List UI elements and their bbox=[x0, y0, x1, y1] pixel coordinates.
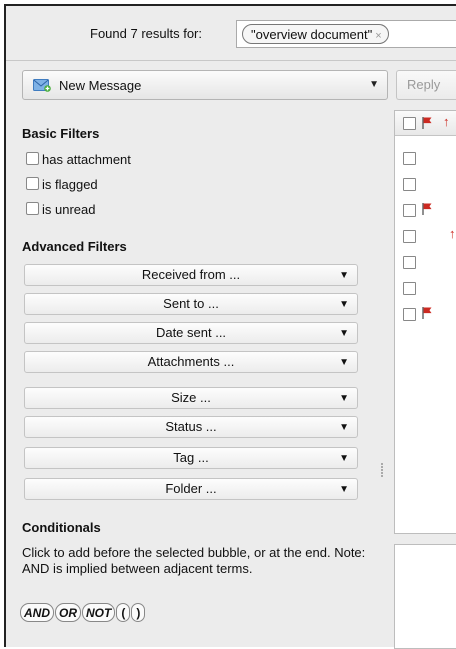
chevron-down-icon: ▼ bbox=[339, 299, 349, 310]
chevron-down-icon: ▼ bbox=[339, 422, 349, 433]
splitter-handle[interactable] bbox=[380, 462, 384, 482]
chevron-down-icon: ▼ bbox=[339, 328, 349, 339]
select-all-checkbox[interactable] bbox=[403, 117, 416, 130]
chevron-down-icon: ▼ bbox=[339, 357, 349, 368]
filter-folder[interactable]: Folder ... ▼ bbox=[24, 478, 358, 500]
filter-label: Date sent ... bbox=[155, 325, 227, 340]
chevron-down-icon: ▼ bbox=[339, 270, 349, 281]
flag-icon[interactable] bbox=[421, 202, 433, 216]
results-count-label: Found 7 results for: bbox=[90, 26, 202, 41]
filter-status[interactable]: Status ... ▼ bbox=[24, 416, 358, 438]
filter-is-flagged[interactable]: is flagged bbox=[26, 176, 98, 194]
list-header: ↑ bbox=[395, 111, 456, 136]
search-window: Found 7 results for: "overview document"… bbox=[4, 4, 456, 649]
table-row[interactable] bbox=[395, 301, 456, 327]
filter-label: Received from ... bbox=[141, 267, 241, 282]
message-preview-pane bbox=[394, 544, 456, 649]
filter-sent-to[interactable]: Sent to ... ▼ bbox=[24, 293, 358, 315]
table-row[interactable] bbox=[395, 249, 456, 275]
table-row[interactable] bbox=[395, 171, 456, 197]
checkbox-label: has attachment bbox=[42, 152, 131, 167]
search-bar: Found 7 results for: "overview document"… bbox=[6, 6, 456, 60]
checkbox[interactable] bbox=[26, 177, 39, 190]
chevron-down-icon: ▼ bbox=[339, 393, 349, 404]
filter-attachments[interactable]: Attachments ... ▼ bbox=[24, 351, 358, 373]
operator-open-paren-button[interactable]: ( bbox=[116, 603, 131, 622]
table-row[interactable]: ↑ bbox=[395, 223, 456, 249]
envelope-plus-icon bbox=[33, 79, 51, 92]
row-checkbox[interactable] bbox=[403, 204, 416, 217]
priority-icon: ↑ bbox=[449, 226, 456, 241]
row-checkbox[interactable] bbox=[403, 256, 416, 269]
filter-has-attachment[interactable]: has attachment bbox=[26, 151, 131, 169]
operator-buttons: AND OR NOT() bbox=[20, 603, 146, 622]
search-input[interactable]: "overview document" × bbox=[236, 20, 456, 48]
flag-icon[interactable] bbox=[421, 306, 433, 320]
search-term-text: "overview document" bbox=[251, 27, 373, 42]
results-list: ↑ ↑ bbox=[394, 110, 456, 534]
new-message-button[interactable]: New Message ▼ bbox=[22, 70, 388, 100]
priority-column-icon[interactable]: ↑ bbox=[443, 114, 450, 130]
new-message-label: New Message bbox=[59, 78, 142, 93]
operator-or-button[interactable]: OR bbox=[55, 603, 81, 622]
table-row[interactable] bbox=[395, 145, 456, 171]
conditionals-description: Click to add before the selected bubble,… bbox=[22, 545, 366, 576]
checkbox-label: is unread bbox=[42, 202, 96, 217]
row-checkbox[interactable] bbox=[403, 152, 416, 165]
filter-date-sent[interactable]: Date sent ... ▼ bbox=[24, 322, 358, 344]
table-row[interactable] bbox=[395, 197, 456, 223]
filter-label: Size ... bbox=[171, 390, 211, 405]
basic-filters-heading: Basic Filters bbox=[22, 126, 100, 141]
filter-label: Status ... bbox=[165, 419, 217, 434]
operator-close-paren-button[interactable]: ) bbox=[131, 603, 146, 622]
row-checkbox[interactable] bbox=[403, 282, 416, 295]
operator-not-button[interactable]: NOT bbox=[82, 603, 116, 622]
filter-label: Attachments ... bbox=[147, 354, 235, 369]
table-row[interactable] bbox=[395, 275, 456, 301]
chevron-down-icon[interactable]: ▼ bbox=[369, 79, 379, 90]
remove-term-icon[interactable]: × bbox=[375, 30, 381, 42]
reply-button[interactable]: Reply bbox=[396, 70, 456, 100]
row-checkbox[interactable] bbox=[403, 308, 416, 321]
row-checkbox[interactable] bbox=[403, 178, 416, 191]
chevron-down-icon: ▼ bbox=[339, 484, 349, 495]
filter-received-from[interactable]: Received from ... ▼ bbox=[24, 264, 358, 286]
conditionals-heading: Conditionals bbox=[22, 520, 101, 535]
checkbox[interactable] bbox=[26, 202, 39, 215]
filter-tag[interactable]: Tag ... ▼ bbox=[24, 447, 358, 469]
row-checkbox[interactable] bbox=[403, 230, 416, 243]
filter-label: Sent to ... bbox=[163, 296, 219, 311]
filter-label: Tag ... bbox=[173, 450, 209, 465]
filter-is-unread[interactable]: is unread bbox=[26, 201, 95, 219]
checkbox-label: is flagged bbox=[42, 177, 98, 192]
checkbox[interactable] bbox=[26, 152, 39, 165]
filter-label: Folder ... bbox=[165, 481, 217, 496]
search-term-bubble[interactable]: "overview document" × bbox=[242, 24, 389, 44]
divider bbox=[6, 60, 456, 61]
chevron-down-icon: ▼ bbox=[339, 453, 349, 464]
flag-column-icon[interactable] bbox=[421, 116, 433, 130]
operator-and-button[interactable]: AND bbox=[20, 603, 54, 622]
advanced-filters-heading: Advanced Filters bbox=[22, 239, 127, 254]
filter-size[interactable]: Size ... ▼ bbox=[24, 387, 358, 409]
